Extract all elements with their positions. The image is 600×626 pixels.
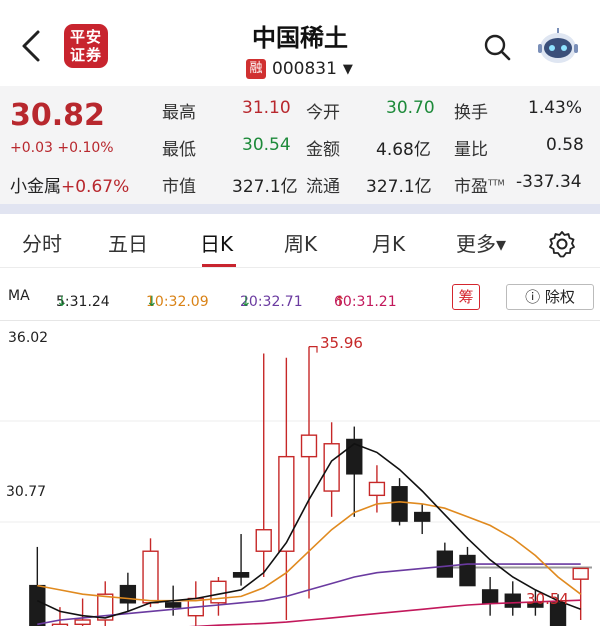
float-cap-label: 流通	[306, 177, 340, 197]
amount-value: 4.68亿	[376, 140, 431, 160]
ma60-line	[188, 599, 581, 626]
candle-down	[232, 572, 250, 578]
candle-up	[572, 567, 589, 580]
low-label: 最低	[162, 140, 196, 160]
low-value: 30.54	[242, 135, 291, 155]
high-marker-pointer	[309, 346, 318, 353]
volume-ratio-label: 量比	[454, 140, 488, 160]
candle-up	[74, 619, 91, 625]
tab-weekly-k[interactable]: 周K	[284, 228, 317, 257]
sector-change[interactable]: 小金属+0.67%	[10, 172, 129, 197]
code-dropdown-icon[interactable]: ▼	[343, 62, 353, 77]
pe-value: -337.34	[516, 172, 582, 192]
float-cap-value: 327.1亿	[366, 177, 432, 197]
candle-up	[323, 443, 340, 492]
candle-up	[255, 529, 272, 552]
candle-down	[391, 486, 408, 522]
y-mid-label: 30.77	[6, 484, 47, 500]
candle-down	[29, 584, 46, 626]
tab-more[interactable]: 更多▾	[456, 228, 506, 257]
volume-ratio-value: 0.58	[546, 135, 584, 155]
high-marker-label: 35.96	[320, 334, 363, 352]
tab-five-day[interactable]: 五日	[108, 228, 148, 257]
ma20-arrow: ↓	[240, 294, 252, 310]
stock-header: 平安 证券 中国稀土 融 000831 ▼	[0, 0, 600, 86]
candle-down	[459, 554, 476, 587]
low-marker-label: 30.54	[526, 590, 569, 608]
ma5-arrow: ↓	[56, 294, 68, 310]
price-change: +0.03 +0.10%	[10, 140, 114, 156]
candle-up	[278, 455, 295, 552]
tab-intraday[interactable]: 分时	[22, 228, 62, 257]
daily-k-chart[interactable]	[0, 320, 600, 626]
sector-label: 小金属	[10, 177, 61, 197]
open-label: 今开	[306, 103, 340, 123]
candle-down	[414, 511, 431, 522]
chip-distribution-button[interactable]: 筹	[452, 284, 480, 310]
candle-up	[368, 481, 386, 497]
ttm-label: TTM	[488, 178, 505, 188]
search-icon[interactable]	[482, 32, 512, 62]
tab-monthly-k[interactable]: 月K	[372, 228, 405, 257]
ma10-arrow: ↓	[146, 294, 158, 310]
candle-up	[142, 550, 159, 604]
period-tabs: 分时 五日 日K 周K 月K 更多▾	[0, 214, 600, 268]
candle-down	[164, 602, 182, 608]
quote-panel: 30.82 +0.03 +0.10% 小金属+0.67% 最高 31.10 今开…	[0, 86, 600, 204]
amount-label: 金额	[306, 140, 340, 160]
section-divider	[0, 204, 600, 214]
candle-down	[436, 550, 454, 578]
candle-down	[504, 593, 521, 608]
pe-label: 市盈TTM	[454, 172, 505, 197]
candle-down	[481, 589, 499, 604]
sector-change-value: +0.67%	[61, 177, 130, 197]
y-max-label: 36.02	[8, 330, 49, 346]
candle-up	[300, 434, 318, 458]
candle-down	[119, 584, 137, 604]
ma-label: MA	[8, 288, 30, 304]
ai-assistant-robot-icon[interactable]	[536, 26, 580, 66]
market-cap-label: 市值	[162, 177, 196, 197]
turnover-rate-label: 换手	[454, 103, 488, 123]
stock-code-line[interactable]: 融 000831 ▼	[246, 58, 353, 80]
active-tab-indicator	[202, 264, 236, 267]
market-cap-value: 327.1亿	[232, 177, 298, 197]
turnover-rate-value: 1.43%	[528, 98, 583, 118]
pe-label-text: 市盈	[454, 177, 488, 197]
tab-daily-k[interactable]: 日K	[200, 228, 233, 257]
stock-code: 000831	[272, 59, 337, 79]
margin-badge: 融	[246, 59, 266, 79]
high-label: 最高	[162, 103, 196, 123]
high-value: 31.10	[242, 98, 291, 118]
ma60-arrow: ↑	[334, 294, 346, 310]
open-value: 30.70	[386, 98, 435, 118]
gear-icon[interactable]	[548, 230, 576, 258]
last-price: 30.82	[10, 98, 105, 133]
ex-rights-button[interactable]: ⓘ 除权	[506, 284, 594, 310]
